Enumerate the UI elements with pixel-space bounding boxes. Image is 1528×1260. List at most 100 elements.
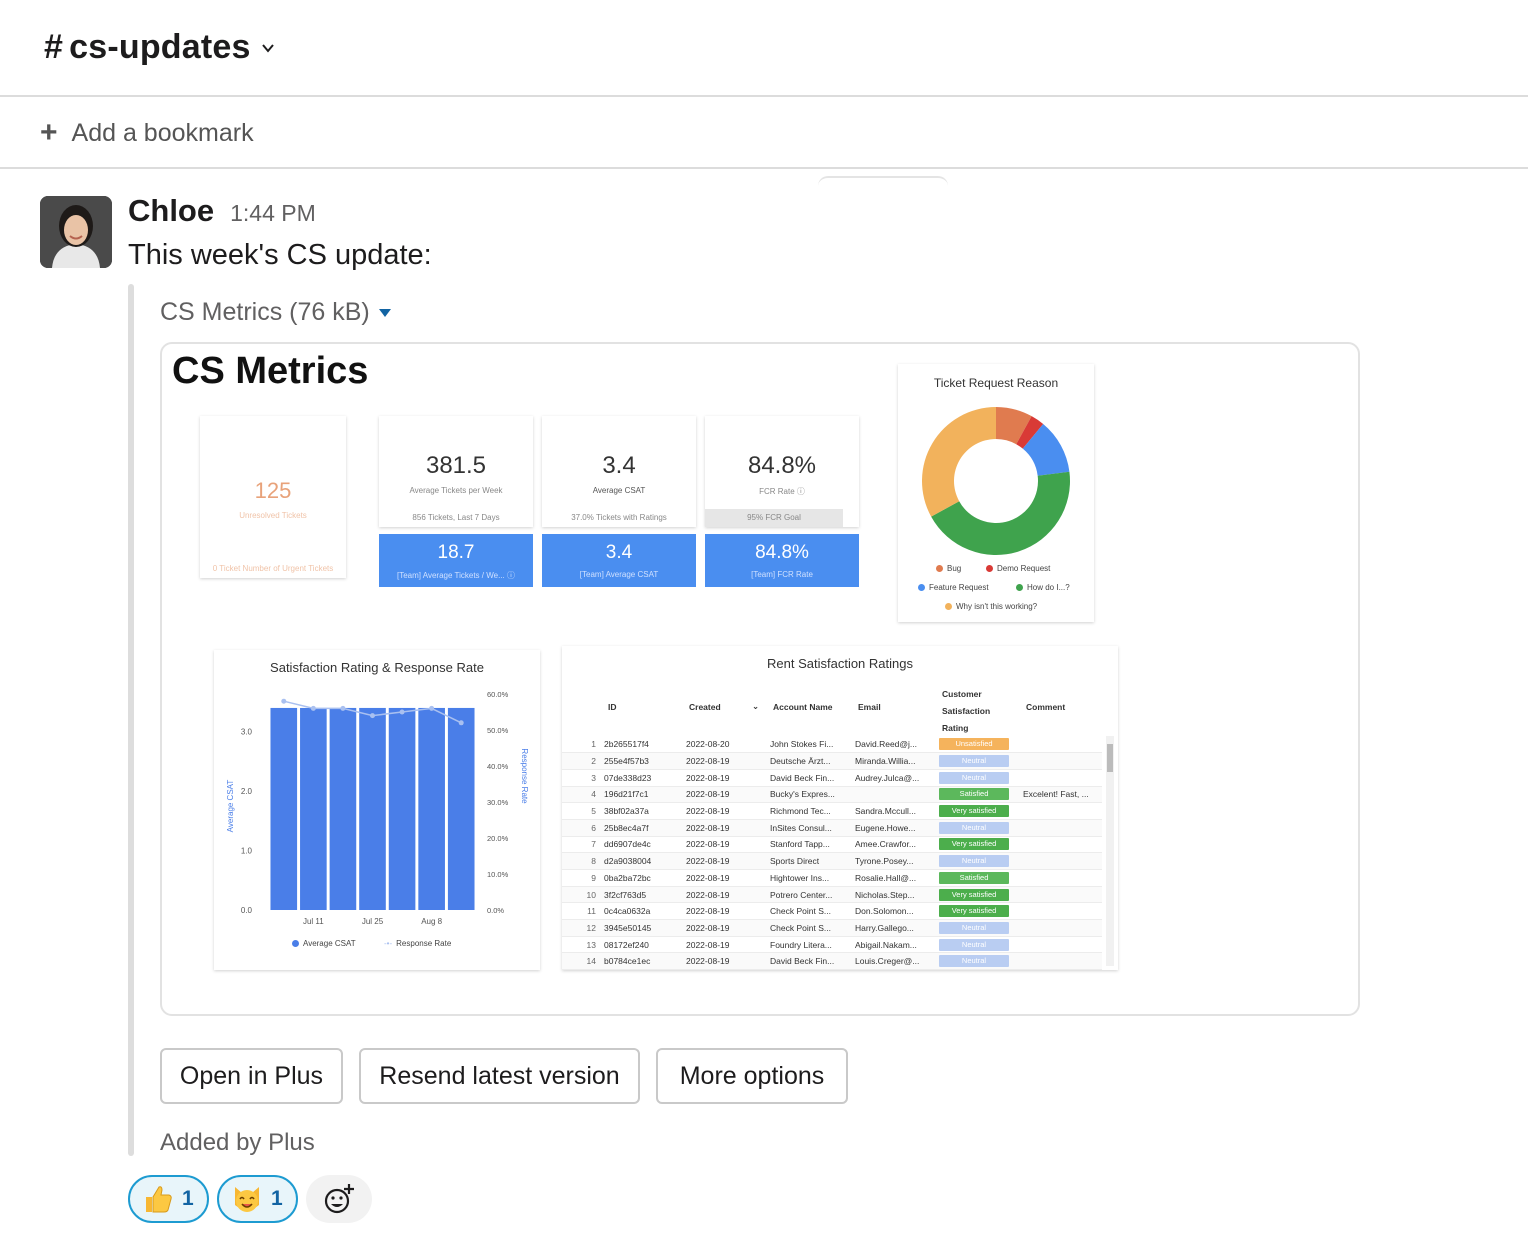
table-row[interactable]: 5 38bf02a37a 2022-08-19 Richmond Tec... Sand… xyxy=(562,802,1102,820)
comment-cell xyxy=(1019,736,1102,754)
y2-tick-label: 20.0% xyxy=(487,834,509,843)
table-row[interactable]: 8 d2a9038004 2022-08-19 Sports Direct Tyrone… xyxy=(562,852,1102,870)
donut-legend-item: Why isn't this working? xyxy=(945,602,1037,611)
id-cell: 255e4f57b3 xyxy=(600,752,682,770)
table-row[interactable]: 1 2b265517f4 2022-08-20 John Stokes Fi... Da… xyxy=(562,736,1102,754)
add-reaction-button[interactable] xyxy=(306,1175,372,1223)
file-title[interactable]: CS Metrics (76 kB) xyxy=(160,298,392,327)
file-preview[interactable]: CS Metrics 125 Unresolved Tickets 0 Tick… xyxy=(160,342,1360,1016)
table-row[interactable]: 2 255e4f57b3 2022-08-19 Deutsche Ärzt... Mir… xyxy=(562,752,1102,770)
kpi-value: 84.8% xyxy=(747,452,817,479)
y2-tick-label: 50.0% xyxy=(487,726,509,735)
id-cell: 2b265517f4 xyxy=(600,736,682,754)
rating-cell: Very satisfied xyxy=(935,902,1019,921)
col-rating[interactable]: Customer Satisfaction Rating xyxy=(942,686,1012,737)
table-row[interactable]: 14 b0784ce1ec 2022-08-19 David Beck Fin... L… xyxy=(562,952,1102,970)
channel-header: # cs-updates xyxy=(0,0,1528,97)
created-cell: 2022-08-19 xyxy=(682,852,766,870)
col-id[interactable]: ID xyxy=(608,702,617,712)
bar-legend-item: Average CSAT xyxy=(292,939,356,948)
table-header: ID Created ⌄ Account Name Email Customer… xyxy=(562,682,1102,734)
team-kpi-card-tickets: 18.7 [Team] Average Tickets / We... ⓘ xyxy=(379,534,533,587)
channel-hash: # xyxy=(44,28,64,66)
id-cell: 196d21f7c1 xyxy=(600,786,682,804)
bar xyxy=(388,707,416,910)
author-name[interactable]: Chloe xyxy=(128,193,214,229)
rating-cell: Neutral xyxy=(935,752,1019,770)
table-row[interactable]: 12 3945e50145 2022-08-19 Check Point S... Ha… xyxy=(562,919,1102,937)
created-cell: 2022-08-19 xyxy=(682,869,766,887)
response-rate-point xyxy=(458,720,464,726)
legend-label: Bug xyxy=(947,564,962,573)
row-number: 9 xyxy=(562,869,600,887)
attachment-bar xyxy=(128,284,134,1156)
comment-cell: Excelent! Fast, ... xyxy=(1019,786,1102,804)
email-cell: Abigail.Nakam... xyxy=(851,936,935,954)
rating-cell: Very satisfied xyxy=(935,886,1019,904)
rating-cell: Neutral xyxy=(935,936,1019,954)
table-row[interactable]: 13 08172ef240 2022-08-19 Foundry Litera... A… xyxy=(562,936,1102,954)
email-cell: Louis.Creger@... xyxy=(851,952,935,970)
legend-label: Average CSAT xyxy=(303,939,356,948)
caret-down-icon xyxy=(378,308,391,317)
table-row[interactable]: 6 25b8ec4a7f 2022-08-19 InSites Consul... Eu… xyxy=(562,819,1102,837)
donut-legend-item: How do I...? xyxy=(1016,583,1070,592)
bar xyxy=(300,707,327,910)
id-cell: 0ba2ba72bc xyxy=(600,869,682,887)
avatar[interactable] xyxy=(40,196,112,268)
resend-latest-version-button[interactable]: Resend latest version xyxy=(359,1048,640,1104)
account-cell: Richmond Tec... xyxy=(766,802,851,820)
rating-cell: Satisfied xyxy=(935,869,1019,887)
col-account[interactable]: Account Name xyxy=(773,702,833,712)
rating-cell: Very satisfied xyxy=(935,836,1019,854)
legend-label: Feature Request xyxy=(929,583,989,592)
bar-chart: 0.0 1.0 2.0 3.0 0.0% 10.0% 20.0% 30.0% 40.0% 50.0… xyxy=(226,690,529,926)
message-timestamp[interactable]: 1:44 PM xyxy=(230,200,316,227)
scrollbar-thumb[interactable] xyxy=(1107,744,1113,772)
add-bookmark-button[interactable]: + Add a bookmark xyxy=(0,99,1528,169)
reaction-smiling-cat[interactable]: 1 xyxy=(217,1175,298,1223)
comment-cell xyxy=(1019,919,1102,937)
more-options-button[interactable]: More options xyxy=(656,1048,848,1104)
email-cell: David.Reed@j... xyxy=(851,736,935,754)
rating-badge: Neutral xyxy=(939,938,1009,951)
open-in-plus-button[interactable]: Open in Plus xyxy=(160,1048,343,1104)
comment-cell xyxy=(1019,852,1102,870)
table-row[interactable]: 9 0ba2ba72bc 2022-08-19 Hightower Ins... Ros… xyxy=(562,869,1102,887)
bar xyxy=(418,707,445,910)
table-row[interactable]: 11 0c4ca0632a 2022-08-19 Check Point S... Do… xyxy=(562,902,1102,921)
rating-cell: Neutral xyxy=(935,819,1019,837)
id-cell: 3f2cf763d5 xyxy=(600,886,682,904)
rating-badge: Satisfied xyxy=(939,871,1009,884)
created-cell: 2022-08-20 xyxy=(682,736,766,754)
table-scrollbar[interactable] xyxy=(1106,736,1114,966)
account-cell: Potrero Center... xyxy=(766,886,851,904)
account-cell: Check Point S... xyxy=(766,919,851,937)
legend-label: Response Rate xyxy=(396,939,452,948)
table-row[interactable]: 4 196d21f7c1 2022-08-19 Bucky's Expres... Sa… xyxy=(562,786,1102,804)
id-cell: b0784ce1ec xyxy=(600,952,682,970)
table-row[interactable]: 7 dd6907de4c 2022-08-19 Stanford Tapp... Ame… xyxy=(562,836,1102,854)
team-kpi-label: [Team] Average Tickets / We... ⓘ xyxy=(397,571,515,580)
y2-tick-label: 40.0% xyxy=(487,762,509,771)
comment-cell xyxy=(1019,802,1102,820)
rating-badge: Neutral xyxy=(939,821,1009,834)
col-created[interactable]: Created xyxy=(689,702,721,712)
donut-legend-item: Feature Request xyxy=(918,583,989,592)
rating-cell: Very satisfied xyxy=(935,802,1019,820)
reaction-count: 1 xyxy=(182,1187,194,1210)
kpi-card-tickets-per-week: 381.5 Average Tickets per Week 856 Ticke… xyxy=(379,416,533,527)
table-row[interactable]: 3 07de338d23 2022-08-19 David Beck Fin... Au… xyxy=(562,769,1102,787)
ticket-reason-card: Ticket Request Reason Bug Demo Request F… xyxy=(898,364,1094,622)
y-axis-label: Average CSAT xyxy=(226,780,235,833)
col-email[interactable]: Email xyxy=(858,702,881,712)
donut-slice xyxy=(922,407,996,517)
ratings-table: 1 2b265517f4 2022-08-20 John Stokes Fi... Da… xyxy=(562,736,1102,970)
sort-chevron-icon[interactable]: ⌄ xyxy=(752,701,759,712)
legend-label: How do I...? xyxy=(1027,583,1070,592)
rating-cell: Unsatisfied xyxy=(935,736,1019,754)
table-row[interactable]: 10 3f2cf763d5 2022-08-19 Potrero Center... N… xyxy=(562,886,1102,904)
channel-title[interactable]: # cs-updates xyxy=(44,28,275,67)
col-comment[interactable]: Comment xyxy=(1026,702,1065,712)
reaction-thumbs-up[interactable]: 1 xyxy=(128,1175,209,1223)
